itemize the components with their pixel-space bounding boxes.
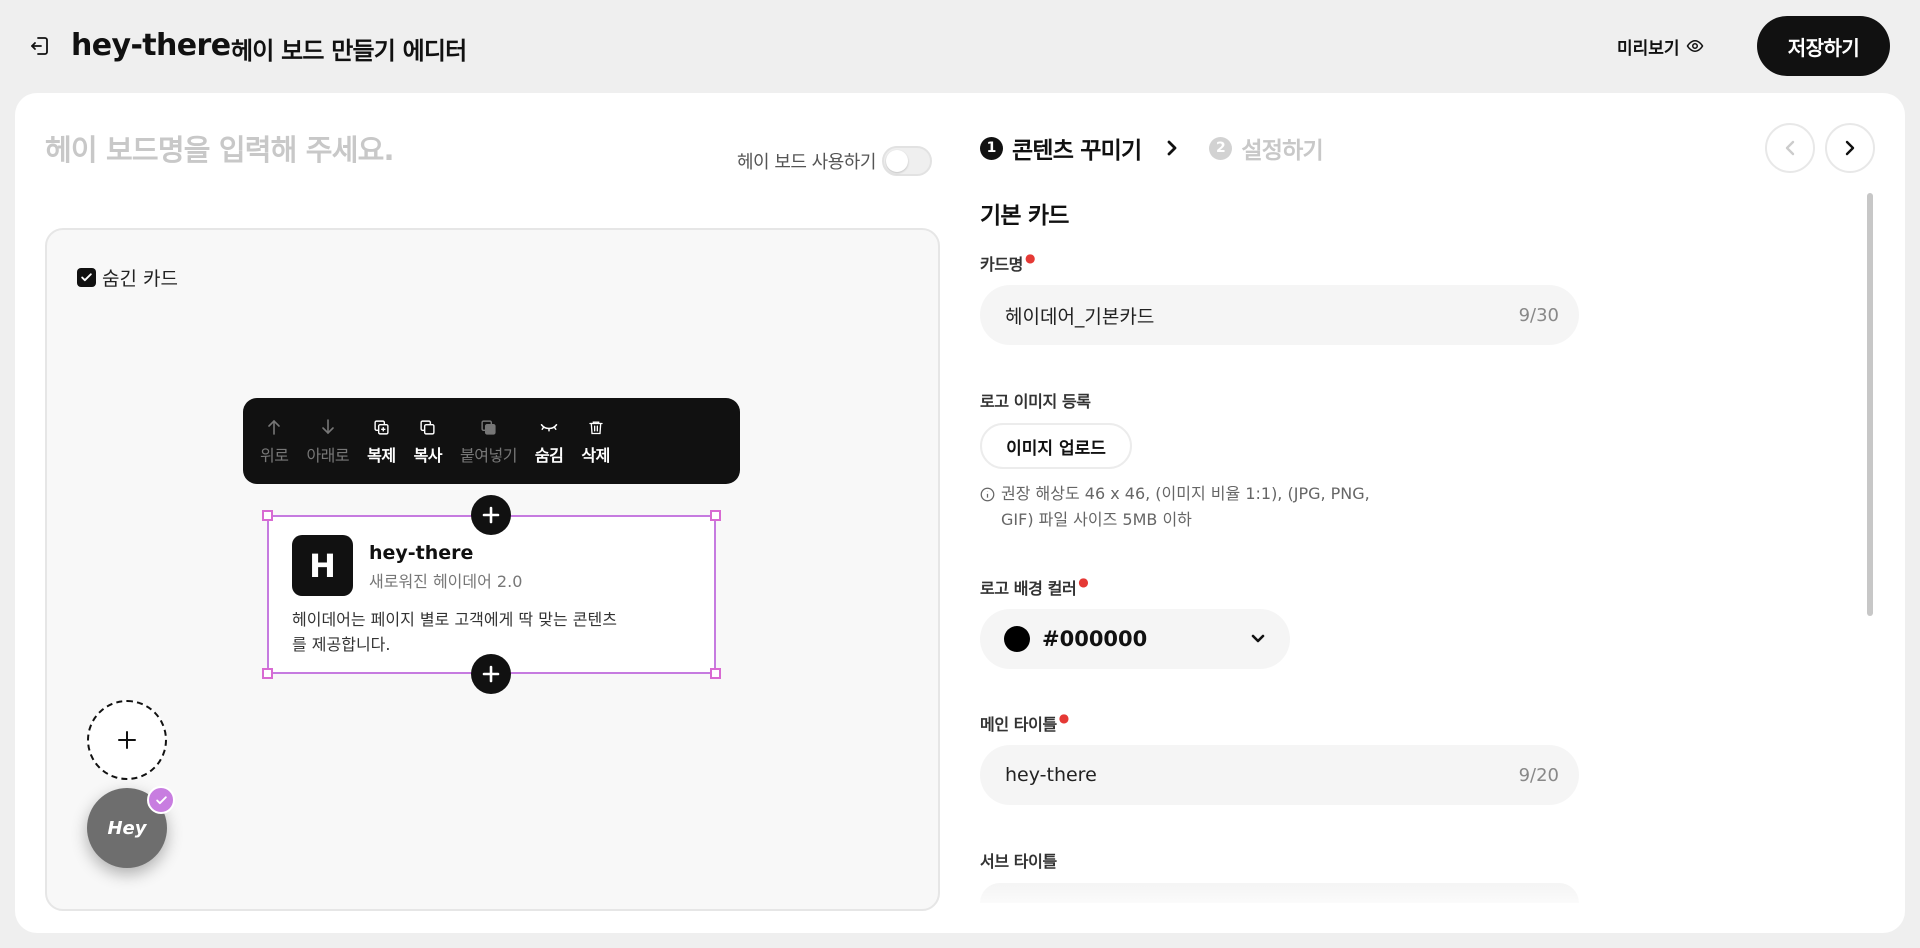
- main-title-field[interactable]: hey-there 9/20: [980, 745, 1579, 805]
- paste-button[interactable]: 붙여넣기: [460, 416, 517, 466]
- main-title-label-group: 메인 타이틀 ●: [980, 711, 1069, 735]
- card-name-field[interactable]: 헤이데어_기본카드 9/30: [980, 285, 1579, 345]
- use-board-label: 헤이 보드 사용하기: [737, 152, 876, 173]
- chevron-right-icon: [1845, 140, 1855, 156]
- form-scrollbar[interactable]: [1867, 193, 1873, 616]
- top-header: hey-there 헤이 보드 만들기 에디터 미리보기 저장하기: [0, 0, 1920, 92]
- use-board-toggle[interactable]: [881, 146, 932, 176]
- plus-icon: [118, 731, 136, 749]
- image-upload-button[interactable]: 이미지 업로드: [980, 423, 1132, 469]
- step-2-label[interactable]: 설정하기: [1241, 131, 1323, 165]
- resize-handle-bottom-left[interactable]: [262, 668, 273, 679]
- duplicate-label: 복제: [367, 446, 396, 465]
- required-mark: ●: [1058, 711, 1069, 725]
- card-logo: H: [292, 535, 353, 596]
- logo-bg-color-select[interactable]: #000000: [980, 609, 1290, 669]
- page-title: 헤이 보드 만들기 에디터: [231, 37, 467, 65]
- add-element-button[interactable]: [87, 700, 167, 780]
- resize-handle-top-right[interactable]: [710, 510, 721, 521]
- main-title-count: 9/20: [1518, 764, 1559, 786]
- hidden-card-checkbox[interactable]: [77, 268, 96, 287]
- trash-icon: [588, 421, 603, 434]
- paste-icon: [481, 419, 496, 435]
- next-step-button[interactable]: [1825, 123, 1875, 173]
- logo-image-label: 로고 이미지 등록: [980, 392, 1091, 411]
- required-mark: ●: [1078, 575, 1089, 589]
- paste-label: 붙여넣기: [460, 446, 517, 465]
- eye-closed-icon: [540, 424, 558, 432]
- step-1-number: 1: [980, 136, 1003, 160]
- step-indicator: 1 콘텐츠 꾸미기 2 설정하기: [980, 131, 1324, 165]
- check-icon: [155, 795, 167, 804]
- copy-label: 복사: [413, 446, 443, 465]
- resize-handle-bottom-right[interactable]: [710, 668, 721, 679]
- delete-label: 삭제: [581, 446, 610, 465]
- move-up-label: 위로: [260, 446, 289, 465]
- check-icon: [81, 273, 92, 282]
- section-title: 기본 카드: [980, 203, 1069, 229]
- upload-hint-text: 권장 해상도 46 x 46, (이미지 비율 1:1), (JPG, PNG,…: [1001, 484, 1370, 529]
- logo-bg-color-label: 로고 배경 컬러: [980, 579, 1077, 598]
- logo-bg-color-value: #000000: [1042, 627, 1148, 651]
- delete-button[interactable]: 삭제: [581, 416, 610, 466]
- board-name-input[interactable]: 헤이 보드명을 입력해 주세요.: [45, 127, 394, 169]
- step-2-number: 2: [1209, 136, 1233, 160]
- preview-label: 미리보기: [1617, 38, 1680, 59]
- upload-hint: 권장 해상도 46 x 46, (이미지 비율 1:1), (JPG, PNG,…: [980, 481, 1400, 533]
- prev-step-button[interactable]: [1765, 123, 1815, 173]
- editor-panel: 헤이 보드명을 입력해 주세요. 헤이 보드 사용하기 숨긴 카드 위로 아래로…: [15, 93, 1905, 933]
- color-swatch: [1004, 626, 1030, 652]
- logo-bg-color-label-group: 로고 배경 컬러 ●: [980, 575, 1089, 599]
- move-down-label: 아래로: [306, 446, 350, 465]
- board-canvas: 숨긴 카드 위로 아래로 복제 복사 붙여넣기 숨김 삭제 H hey-ther…: [45, 228, 940, 911]
- required-mark: ●: [1024, 251, 1036, 265]
- exit-icon[interactable]: [28, 34, 52, 58]
- plus-icon: [482, 506, 500, 524]
- card-description: 헤이데어는 페이지 별로 고객에게 딱 맞는 콘텐츠를 제공합니다.: [292, 610, 617, 654]
- selected-card[interactable]: H hey-there 새로워진 헤이데어 2.0 헤이데어는 페이지 별로 고…: [262, 510, 721, 679]
- hide-button[interactable]: 숨김: [534, 416, 564, 466]
- arrow-down-icon: [321, 419, 334, 435]
- duplicate-button[interactable]: 복제: [367, 416, 396, 466]
- sub-title-label: 서브 타이틀: [980, 852, 1057, 871]
- card-name-label-group: 카드명 ●: [980, 251, 1035, 275]
- resize-handle-top-left[interactable]: [262, 510, 273, 521]
- copy-button[interactable]: 복사: [413, 416, 443, 466]
- save-button[interactable]: 저장하기: [1757, 16, 1890, 76]
- hidden-card-option: 숨긴 카드: [77, 264, 178, 291]
- chevron-right-icon: [1167, 140, 1177, 156]
- card-name-label: 카드명: [980, 255, 1023, 274]
- move-down-button[interactable]: 아래로: [306, 416, 350, 466]
- step-1-label[interactable]: 콘텐츠 꾸미기: [1012, 131, 1142, 165]
- main-title-label: 메인 타이틀: [980, 715, 1057, 734]
- copy-icon: [420, 419, 435, 435]
- card-name-value: 헤이데어_기본카드: [1005, 305, 1155, 328]
- chevron-down-icon: [1251, 634, 1265, 643]
- eye-icon: [1686, 39, 1703, 53]
- duplicate-icon: [374, 419, 389, 435]
- card-toolbar: 위로 아래로 복제 복사 붙여넣기 숨김 삭제: [243, 398, 740, 484]
- use-board-control: 헤이 보드 사용하기: [737, 146, 932, 176]
- card-name-count: 9/30: [1518, 304, 1559, 326]
- preview-button[interactable]: 미리보기: [1617, 32, 1704, 60]
- main-title-value: hey-there: [1005, 764, 1097, 786]
- scroll-fade: [965, 885, 1605, 915]
- move-up-button[interactable]: 위로: [260, 416, 289, 466]
- card-title: hey-there: [369, 542, 474, 564]
- info-icon: [980, 487, 995, 502]
- card-subtitle: 새로워진 헤이데어 2.0: [369, 572, 523, 591]
- hidden-card-label: 숨긴 카드: [102, 268, 178, 290]
- brand-name: hey-there: [71, 28, 231, 63]
- hide-label: 숨김: [534, 446, 564, 465]
- chevron-left-icon: [1785, 140, 1795, 156]
- add-card-below-button[interactable]: [471, 654, 511, 694]
- launcher-check-badge: [147, 786, 175, 814]
- add-card-above-button[interactable]: [471, 495, 511, 535]
- arrow-up-icon: [268, 419, 281, 435]
- plus-icon: [482, 665, 500, 683]
